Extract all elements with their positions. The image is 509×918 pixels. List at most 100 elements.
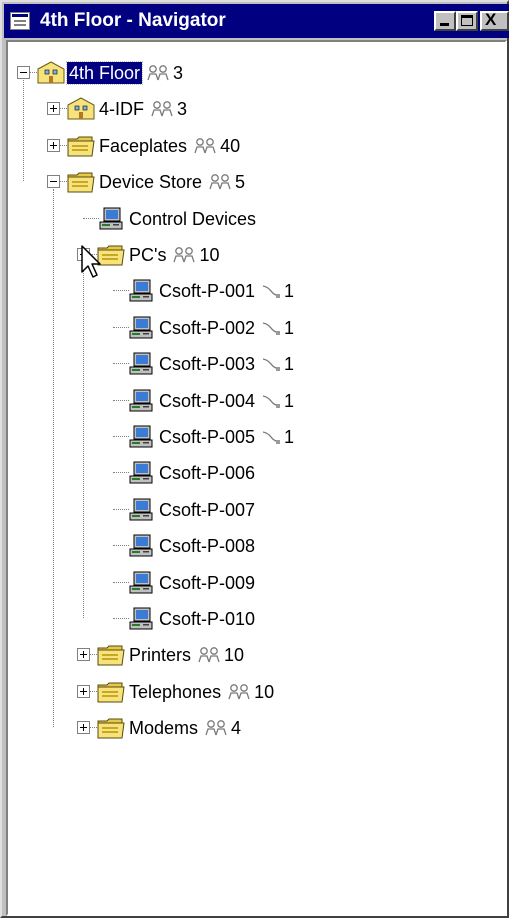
tree-node-label[interactable]: Modems [127, 717, 200, 739]
computer-icon [126, 570, 156, 596]
node-count: 1 [284, 281, 295, 302]
cable-icon [261, 392, 281, 410]
tree-node[interactable]: 4-IDF 3 [8, 94, 498, 124]
users-icon [197, 646, 221, 664]
tree-node[interactable]: Printers 10 [8, 640, 498, 670]
computer-icon [126, 278, 156, 304]
tree-node[interactable]: Csoft-P-010 [8, 604, 498, 634]
title-bar[interactable]: 4th Floor - Navigator X [4, 4, 509, 38]
mouse-cursor-icon [80, 244, 106, 285]
tree-node[interactable]: Modems 4 [8, 713, 498, 743]
tree-node[interactable]: 4th Floor 3 [8, 58, 498, 88]
node-count: 1 [284, 354, 295, 375]
users-icon [146, 64, 170, 82]
expand-toggle-icon[interactable] [77, 648, 90, 662]
tree-guide-device-store [53, 189, 54, 728]
cable-icon [261, 319, 281, 337]
tree-node-label[interactable]: 4-IDF [97, 98, 146, 120]
users-icon [193, 137, 217, 155]
tree-node[interactable]: Csoft-P-005 1 [8, 422, 498, 452]
tree-node-label[interactable]: Csoft-P-003 [157, 353, 257, 375]
tree-node[interactable]: Csoft-P-002 1 [8, 313, 498, 343]
tree-node-label[interactable]: Csoft-P-006 [157, 462, 257, 484]
users-icon [208, 173, 232, 191]
node-count-badge: 1 [261, 353, 294, 375]
expand-toggle-icon[interactable] [77, 684, 90, 698]
tree-node-label[interactable]: PC's [127, 244, 168, 266]
tree-view[interactable]: 4th Floor 3 4-IDF 3 Faceplates 40 Device Store… [8, 42, 505, 914]
node-count-badge: 3 [146, 62, 183, 84]
tree-node-label[interactable]: Control Devices [127, 208, 258, 230]
close-button[interactable]: X [480, 10, 509, 31]
tree-node-label[interactable]: Device Store [97, 171, 204, 193]
tree-node-label[interactable]: Csoft-P-008 [157, 535, 257, 557]
building-folder-icon [66, 96, 96, 122]
tree-node[interactable]: Faceplates 40 [8, 131, 498, 161]
node-count-badge: 5 [208, 171, 245, 193]
folder-icon [66, 169, 96, 195]
expand-toggle-icon[interactable] [77, 721, 90, 735]
tree-node-label[interactable]: Csoft-P-010 [157, 608, 257, 630]
tree-node[interactable]: Csoft-P-009 [8, 568, 498, 598]
users-icon [227, 683, 251, 701]
node-count-badge: 10 [227, 681, 274, 703]
node-count-badge: 10 [172, 244, 219, 266]
node-count-badge: 1 [261, 426, 294, 448]
computer-icon [126, 533, 156, 559]
expand-toggle-icon[interactable] [47, 138, 60, 152]
tree-view-panel[interactable]: 4th Floor 3 4-IDF 3 Faceplates 40 Device Store… [6, 40, 507, 916]
node-count: 1 [284, 427, 295, 447]
folder-icon [96, 642, 126, 668]
node-count: 5 [235, 172, 246, 193]
node-count-badge: 4 [204, 717, 241, 739]
building-folder-icon [36, 60, 66, 86]
cable-icon [261, 355, 281, 373]
tree-node-label[interactable]: Csoft-P-002 [157, 317, 257, 339]
tree-node-label[interactable]: Csoft-P-007 [157, 499, 257, 521]
computer-icon [126, 606, 156, 632]
node-count: 4 [231, 718, 242, 739]
window-title: 4th Floor - Navigator [40, 10, 226, 31]
computer-icon [96, 206, 126, 232]
tree-node[interactable]: Csoft-P-004 1 [8, 386, 498, 416]
collapse-toggle-icon[interactable] [47, 175, 60, 189]
tree-node-label[interactable]: 4th Floor [65, 61, 144, 85]
minimize-button[interactable] [434, 11, 456, 31]
tree-node-label[interactable]: Csoft-P-004 [157, 390, 257, 412]
cable-icon [261, 282, 281, 300]
tree-node-label[interactable]: Printers [127, 644, 193, 666]
users-icon [204, 719, 228, 737]
tree-node-label[interactable]: Csoft-P-005 [157, 426, 257, 448]
cable-icon [261, 428, 281, 446]
computer-icon [126, 424, 156, 450]
node-count-badge: 3 [150, 98, 187, 120]
maximize-button[interactable] [456, 11, 478, 31]
tree-node[interactable]: Control Devices [8, 204, 498, 234]
node-count-badge: 1 [261, 317, 294, 339]
tree-node[interactable]: Csoft-P-006 [8, 458, 498, 488]
collapse-toggle-icon[interactable] [17, 66, 30, 79]
folder-icon [96, 715, 126, 741]
tree-node-label[interactable]: Csoft-P-001 [157, 280, 257, 302]
node-count: 10 [224, 645, 245, 666]
node-count: 1 [284, 317, 295, 338]
folder-icon [96, 679, 126, 705]
computer-icon [126, 388, 156, 414]
tree-node[interactable]: Telephones 10 [8, 677, 498, 707]
tree-node[interactable]: Csoft-P-008 [8, 531, 498, 561]
expand-toggle-icon[interactable] [47, 102, 60, 116]
computer-icon [126, 497, 156, 523]
tree-node[interactable]: Csoft-P-003 1 [8, 349, 498, 379]
tree-node[interactable]: Csoft-P-007 [8, 495, 498, 525]
node-count: 3 [173, 63, 184, 83]
tree-guide-root [23, 80, 24, 182]
tree-node-label[interactable]: Faceplates [97, 135, 189, 157]
users-icon [172, 246, 196, 264]
computer-icon [126, 315, 156, 341]
tree-node[interactable]: Device Store 5 [8, 167, 498, 197]
navigator-app-icon[interactable] [10, 12, 30, 30]
folder-icon [66, 133, 96, 159]
node-count-badge: 1 [261, 280, 294, 302]
tree-node-label[interactable]: Csoft-P-009 [157, 572, 257, 594]
tree-node-label[interactable]: Telephones [127, 681, 223, 703]
